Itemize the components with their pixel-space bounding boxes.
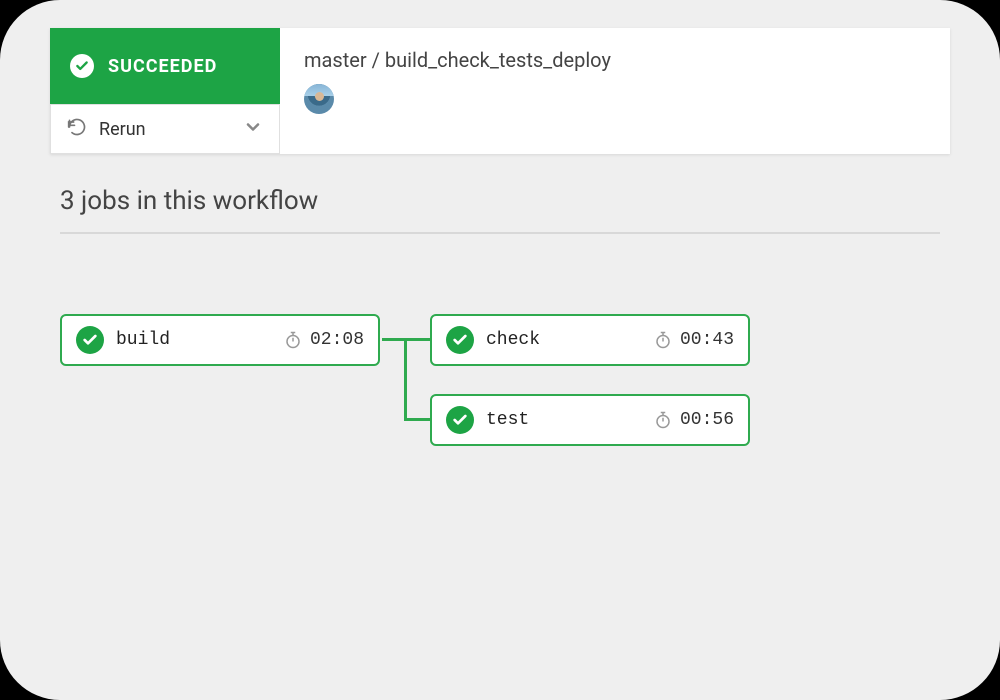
workflow-panel: SUCCEEDED Rerun master / build_check_tes… xyxy=(0,0,1000,700)
job-name: check xyxy=(486,330,540,350)
job-duration-value: 00:56 xyxy=(680,410,734,430)
job-duration-value: 00:43 xyxy=(680,330,734,350)
status-column: SUCCEEDED Rerun xyxy=(50,28,280,154)
section-heading: 3 jobs in this workflow xyxy=(60,186,940,234)
chevron-down-icon xyxy=(243,117,263,141)
check-circle-icon xyxy=(446,406,474,434)
stopwatch-icon xyxy=(654,411,672,429)
connector xyxy=(404,418,430,421)
job-node-test[interactable]: test 00:56 xyxy=(430,394,750,446)
job-node-check[interactable]: check 00:43 xyxy=(430,314,750,366)
job-name: build xyxy=(116,330,170,350)
workflow-header: SUCCEEDED Rerun master / build_check_tes… xyxy=(50,28,950,154)
job-duration: 00:43 xyxy=(654,330,734,350)
job-duration: 00:56 xyxy=(654,410,734,430)
stopwatch-icon xyxy=(654,331,672,349)
status-badge: SUCCEEDED xyxy=(50,28,280,104)
job-duration: 02:08 xyxy=(284,330,364,350)
connector xyxy=(404,341,407,419)
job-name: test xyxy=(486,410,529,430)
jobs-graph: build 02:08 check 00:43 test 00:56 xyxy=(60,314,940,514)
stopwatch-icon xyxy=(284,331,302,349)
job-node-build[interactable]: build 02:08 xyxy=(60,314,380,366)
status-label: SUCCEEDED xyxy=(108,56,217,77)
job-duration-value: 02:08 xyxy=(310,330,364,350)
rerun-button[interactable]: Rerun xyxy=(50,104,280,154)
check-circle-icon xyxy=(446,326,474,354)
breadcrumb: master / build_check_tests_deploy xyxy=(304,48,926,72)
breadcrumb-column: master / build_check_tests_deploy xyxy=(280,28,950,154)
avatar[interactable] xyxy=(304,84,334,114)
rerun-label: Rerun xyxy=(99,119,146,140)
refresh-icon xyxy=(67,117,87,141)
check-circle-icon xyxy=(76,326,104,354)
check-circle-icon xyxy=(70,54,94,78)
